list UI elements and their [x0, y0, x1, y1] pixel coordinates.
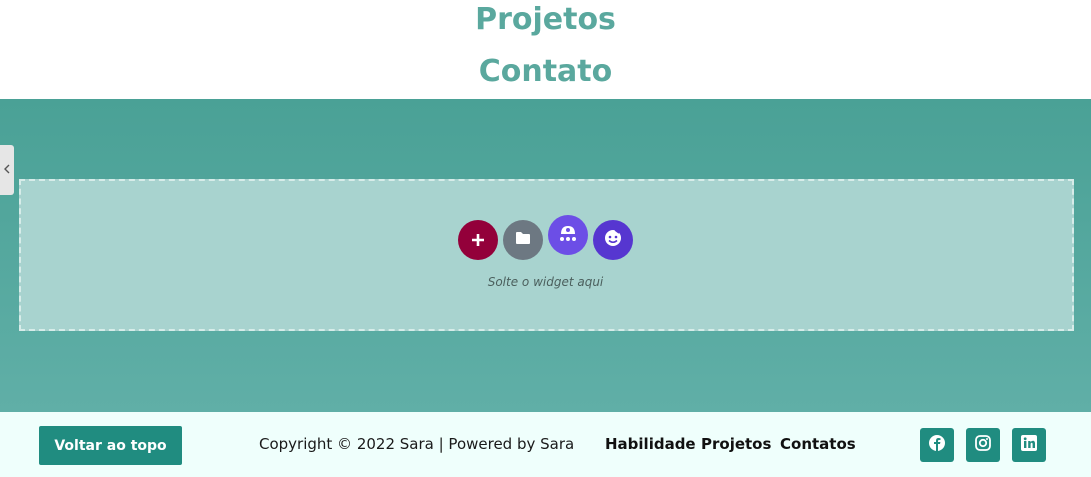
footer-link-projetos[interactable]: Projetos [701, 435, 771, 453]
facebook-link[interactable] [920, 428, 954, 462]
plus-icon [470, 228, 486, 252]
footer-link-habilidade[interactable]: Habilidade [605, 435, 696, 453]
kit-icon [556, 222, 580, 249]
top-navigation: Projetos Contato [0, 0, 1091, 99]
linkedin-icon [1020, 434, 1038, 457]
widget-dropzone[interactable] [19, 179, 1074, 331]
footer-link-contatos[interactable]: Contatos [780, 435, 856, 453]
back-to-top-button[interactable]: Voltar ao topo [39, 426, 182, 465]
instagram-link[interactable] [966, 428, 1000, 462]
nav-link-projetos[interactable]: Projetos [0, 2, 1091, 37]
panel-toggle-button[interactable] [0, 145, 14, 195]
facebook-icon [928, 434, 946, 457]
nav-link-contato[interactable]: Contato [0, 54, 1091, 89]
copyright-text: Copyright © 2022 Sara | Powered by Sara [259, 435, 575, 453]
folder-icon [515, 231, 531, 250]
chevron-left-icon [3, 163, 11, 177]
add-template-button[interactable] [503, 220, 543, 260]
dropzone-hint: Solte o widget aqui [487, 275, 604, 289]
kit-library-button[interactable] [548, 215, 588, 255]
instagram-icon [974, 434, 992, 457]
linkedin-link[interactable] [1012, 428, 1046, 462]
ai-assistant-button[interactable] [593, 220, 633, 260]
add-section-button[interactable] [458, 220, 498, 260]
ai-face-icon [603, 228, 623, 253]
